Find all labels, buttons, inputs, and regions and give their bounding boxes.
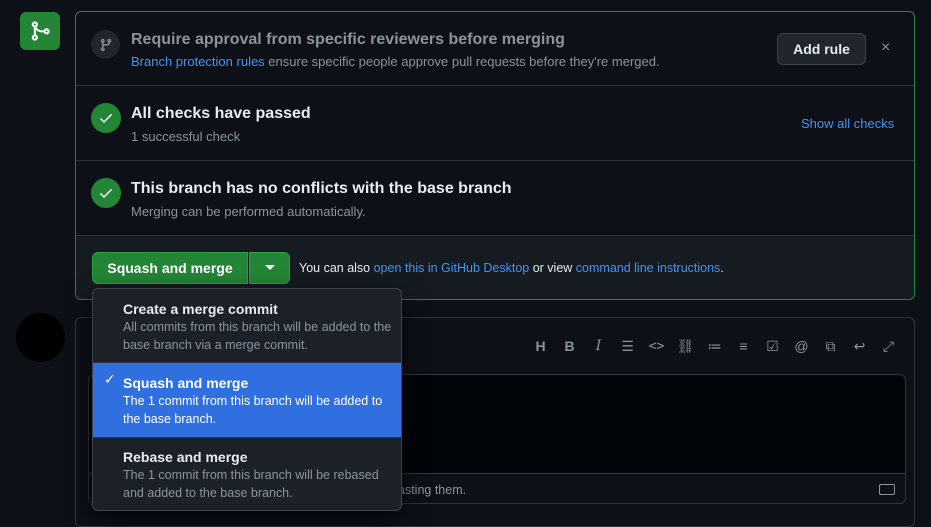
menu-item-rebase-and-merge[interactable]: Rebase and merge The 1 commit from this … [93, 437, 401, 510]
fullscreen-icon[interactable]: ⤢ [874, 336, 903, 356]
cross-reference-icon[interactable]: ⧉ [816, 336, 845, 356]
menu-item-create-merge-commit[interactable]: Create a merge commit All commits from t… [93, 289, 401, 363]
bold-icon[interactable]: B [555, 336, 584, 356]
attach-files-hint: asting them. [398, 483, 467, 497]
conflicts-section: This branch has no conflicts with the ba… [76, 161, 914, 236]
add-rule-button[interactable]: Add rule [777, 33, 866, 65]
markdown-icon [879, 484, 895, 495]
italic-icon[interactable]: I [584, 336, 613, 356]
code-icon[interactable]: <> [642, 336, 671, 356]
merge-method-menu: Create a merge commit All commits from t… [92, 288, 402, 511]
reply-icon[interactable]: ↩ [845, 336, 874, 356]
git-branch-icon [91, 30, 120, 59]
checks-section: All checks have passed 1 successful chec… [76, 86, 914, 161]
task-list-icon[interactable]: ☑ [758, 336, 787, 356]
checks-title: All checks have passed [131, 105, 311, 122]
also-prefix: You can also [299, 261, 374, 275]
merge-status-icon-box [20, 12, 60, 50]
mention-icon[interactable]: @ [787, 336, 816, 356]
command-line-instructions-link[interactable]: command line instructions [576, 261, 721, 275]
markdown-toolbar: H B I ☰ <> ⛓ ≔ ≡ ☑ @ ⧉ ↩ ⤢ [526, 336, 903, 356]
or-view-text: or view [529, 261, 576, 275]
menu-item-title: Rebase and merge [123, 449, 248, 465]
checks-subtitle: 1 successful check [131, 129, 241, 144]
protection-description: Branch protection rules ensure specific … [131, 54, 660, 69]
conflicts-subtitle: Merging can be performed automatically. [131, 204, 366, 219]
heading-icon[interactable]: H [526, 336, 555, 356]
menu-item-title: Create a merge commit [123, 301, 278, 317]
suffix-text: . [720, 261, 724, 275]
check-icon: ✓ [104, 371, 116, 387]
alternative-merge-text: You can also open this in GitHub Desktop… [299, 261, 724, 275]
branch-protection-section: Require approval from specific reviewers… [76, 12, 914, 86]
merge-method-dropdown-button[interactable] [249, 252, 290, 284]
squash-and-merge-button[interactable]: Squash and merge [92, 252, 248, 284]
menu-item-squash-and-merge[interactable]: ✓ Squash and merge The 1 commit from thi… [93, 363, 401, 437]
triangle-down-icon [264, 265, 275, 270]
open-github-desktop-link[interactable]: open this in GitHub Desktop [374, 261, 530, 275]
protection-desc-text: ensure specific people approve pull requ… [264, 54, 660, 69]
branch-protection-rules-link[interactable]: Branch protection rules [131, 54, 265, 69]
unordered-list-icon[interactable]: ≔ [700, 336, 729, 356]
quote-icon[interactable]: ☰ [613, 336, 642, 356]
show-all-checks-link[interactable]: Show all checks [801, 116, 894, 131]
menu-item-description: The 1 commit from this branch will be re… [123, 468, 379, 500]
git-merge-icon [31, 21, 50, 41]
link-icon[interactable]: ⛓ [671, 336, 700, 356]
conflicts-title: This branch has no conflicts with the ba… [131, 180, 512, 197]
no-conflicts-icon [91, 178, 121, 208]
menu-item-description: All commits from this branch will be add… [123, 320, 392, 352]
check-passed-icon [91, 103, 121, 133]
protection-title: Require approval from specific reviewers… [131, 31, 565, 48]
close-icon[interactable]: × [881, 39, 890, 57]
menu-item-title: Squash and merge [123, 375, 249, 391]
merge-box: Require approval from specific reviewers… [75, 11, 915, 300]
user-avatar [16, 313, 65, 362]
ordered-list-icon[interactable]: ≡ [729, 336, 758, 356]
menu-item-description: The 1 commit from this branch will be ad… [123, 394, 383, 426]
